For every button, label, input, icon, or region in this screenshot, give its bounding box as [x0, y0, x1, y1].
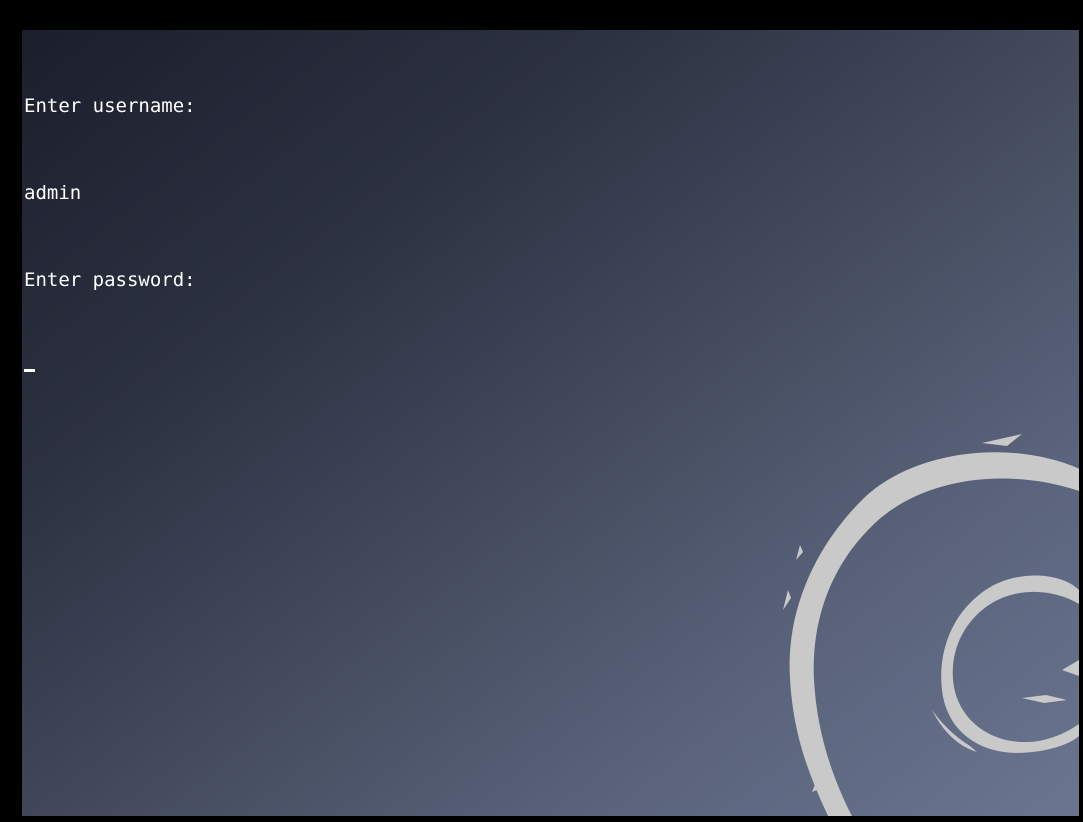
swirl-inner-ring — [941, 575, 1079, 753]
password-input-line[interactable] — [24, 353, 196, 382]
swirl-inner-flick — [1022, 695, 1067, 703]
swirl-outer-spike — [783, 590, 791, 610]
swirl-lower-flick — [1062, 660, 1079, 676]
username-value: admin — [24, 182, 82, 204]
swirl-outer-arc — [789, 452, 1079, 816]
password-prompt: Enter password: — [24, 269, 196, 291]
username-prompt: Enter username: — [24, 95, 196, 117]
terminal-output: Enter username: admin Enter password: — [24, 34, 196, 440]
text-cursor — [24, 369, 35, 372]
swirl-outer-spike — [982, 434, 1022, 446]
swirl-outer-spike — [796, 545, 803, 560]
login-console-screen[interactable]: Enter username: admin Enter password: — [22, 30, 1079, 816]
display-frame: Enter username: admin Enter password: — [0, 0, 1083, 822]
